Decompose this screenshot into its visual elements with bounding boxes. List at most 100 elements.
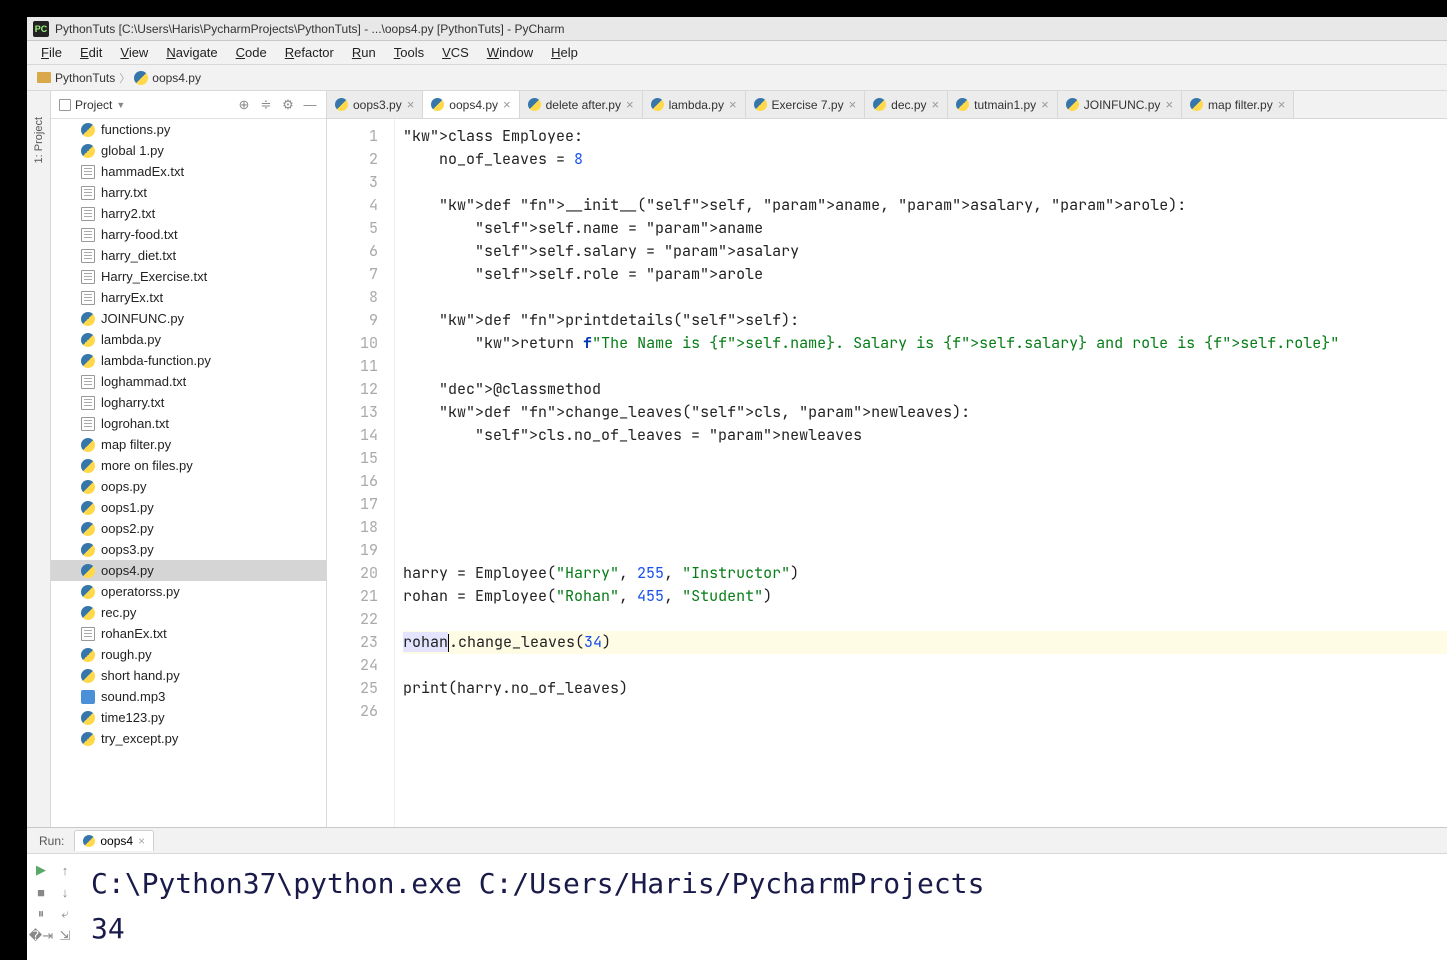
code-line[interactable] bbox=[403, 539, 1447, 562]
file-item[interactable]: harry2.txt bbox=[51, 203, 326, 224]
menu-run[interactable]: Run bbox=[344, 43, 384, 62]
menu-tools[interactable]: Tools bbox=[386, 43, 432, 62]
run-output[interactable]: C:\Python37\python.exe C:/Users/Haris/Py… bbox=[79, 854, 1447, 960]
file-item[interactable]: logharry.txt bbox=[51, 392, 326, 413]
code-line[interactable] bbox=[403, 608, 1447, 631]
rerun-button[interactable]: ▶ bbox=[31, 860, 51, 880]
file-item[interactable]: oops.py bbox=[51, 476, 326, 497]
close-icon[interactable]: × bbox=[138, 834, 145, 848]
code-line[interactable] bbox=[403, 700, 1447, 723]
code-line[interactable] bbox=[403, 516, 1447, 539]
collapse-icon[interactable]: ≑ bbox=[258, 97, 274, 113]
code-line[interactable]: "kw">def "fn">change_leaves("self">cls, … bbox=[403, 401, 1447, 424]
up-button[interactable]: ↑ bbox=[55, 860, 75, 880]
editor-tab[interactable]: delete after.py× bbox=[520, 91, 643, 118]
file-item[interactable]: logrohan.txt bbox=[51, 413, 326, 434]
code-line[interactable] bbox=[403, 493, 1447, 516]
editor-tab[interactable]: JOINFUNC.py× bbox=[1058, 91, 1182, 118]
run-config-tab[interactable]: oops4 × bbox=[74, 830, 154, 851]
code-line[interactable]: print(harry.no_of_leaves) bbox=[403, 677, 1447, 700]
menu-view[interactable]: View bbox=[112, 43, 156, 62]
menu-code[interactable]: Code bbox=[228, 43, 275, 62]
menu-vcs[interactable]: VCS bbox=[434, 43, 477, 62]
code-line[interactable] bbox=[403, 286, 1447, 309]
file-item[interactable]: harry.txt bbox=[51, 182, 326, 203]
close-icon[interactable]: × bbox=[932, 97, 940, 112]
close-icon[interactable]: × bbox=[503, 97, 511, 112]
file-item[interactable]: more on files.py bbox=[51, 455, 326, 476]
code-line[interactable] bbox=[403, 470, 1447, 493]
editor-tab[interactable]: oops4.py× bbox=[423, 91, 519, 119]
file-item[interactable]: short hand.py bbox=[51, 665, 326, 686]
code-line[interactable]: "self">self.name = "param">aname bbox=[403, 217, 1447, 240]
menu-navigate[interactable]: Navigate bbox=[158, 43, 225, 62]
gear-icon[interactable]: ⚙ bbox=[280, 97, 296, 113]
close-icon[interactable]: × bbox=[626, 97, 634, 112]
code-content[interactable]: "kw">class Employee: no_of_leaves = 8 "k… bbox=[395, 119, 1447, 827]
soft-wrap-button[interactable]: ⤶ bbox=[55, 904, 75, 924]
file-item[interactable]: lambda-function.py bbox=[51, 350, 326, 371]
menu-refactor[interactable]: Refactor bbox=[277, 43, 342, 62]
code-editor[interactable]: 1234567891011121314151617181920212223242… bbox=[327, 119, 1447, 827]
file-item[interactable]: rough.py bbox=[51, 644, 326, 665]
code-line[interactable]: rohan = Employee("Rohan", 455, "Student"… bbox=[403, 585, 1447, 608]
close-icon[interactable]: × bbox=[1165, 97, 1173, 112]
menu-edit[interactable]: Edit bbox=[72, 43, 110, 62]
close-icon[interactable]: × bbox=[849, 97, 857, 112]
code-line[interactable]: "self">self.salary = "param">asalary bbox=[403, 240, 1447, 263]
file-item[interactable]: global 1.py bbox=[51, 140, 326, 161]
code-line[interactable]: "kw">def "fn">printdetails("self">self): bbox=[403, 309, 1447, 332]
menu-file[interactable]: File bbox=[33, 43, 70, 62]
code-line[interactable] bbox=[403, 447, 1447, 470]
code-line[interactable]: rohan.change_leaves(34) bbox=[403, 631, 1447, 654]
pause-button[interactable]: ⏸ bbox=[31, 904, 51, 924]
code-line[interactable] bbox=[403, 171, 1447, 194]
sidebar-title[interactable]: Project ▼ bbox=[59, 98, 230, 112]
code-line[interactable]: "kw">return f"The Name is {f">self.name}… bbox=[403, 332, 1447, 355]
breadcrumb-file[interactable]: oops4.py bbox=[134, 71, 201, 85]
editor-tab[interactable]: Exercise 7.py× bbox=[746, 91, 866, 118]
file-item[interactable]: operatorss.py bbox=[51, 581, 326, 602]
editor-tab[interactable]: oops3.py× bbox=[327, 91, 423, 118]
file-item[interactable]: lambda.py bbox=[51, 329, 326, 350]
editor-tab[interactable]: map filter.py× bbox=[1182, 91, 1294, 118]
file-item[interactable]: oops1.py bbox=[51, 497, 326, 518]
editor-tab[interactable]: dec.py× bbox=[865, 91, 948, 118]
code-line[interactable]: "kw">class Employee: bbox=[403, 125, 1447, 148]
code-line[interactable]: "self">self.role = "param">arole bbox=[403, 263, 1447, 286]
file-item[interactable]: Harry_Exercise.txt bbox=[51, 266, 326, 287]
file-item[interactable]: oops3.py bbox=[51, 539, 326, 560]
code-line[interactable] bbox=[403, 654, 1447, 677]
down-button[interactable]: ↓ bbox=[55, 882, 75, 902]
close-icon[interactable]: × bbox=[1278, 97, 1286, 112]
file-item[interactable]: JOINFUNC.py bbox=[51, 308, 326, 329]
menu-help[interactable]: Help bbox=[543, 43, 586, 62]
close-icon[interactable]: × bbox=[729, 97, 737, 112]
file-item[interactable]: functions.py bbox=[51, 119, 326, 140]
code-line[interactable] bbox=[403, 355, 1447, 378]
file-item[interactable]: oops4.py bbox=[51, 560, 326, 581]
file-item[interactable]: harry_diet.txt bbox=[51, 245, 326, 266]
file-item[interactable]: try_except.py bbox=[51, 728, 326, 749]
editor-tab[interactable]: lambda.py× bbox=[643, 91, 746, 118]
file-item[interactable]: harry-food.txt bbox=[51, 224, 326, 245]
code-line[interactable]: "kw">def "fn">__init__("self">self, "par… bbox=[403, 194, 1447, 217]
code-line[interactable]: "dec">@classmethod bbox=[403, 378, 1447, 401]
editor-tab[interactable]: tutmain1.py× bbox=[948, 91, 1058, 118]
scroll-end-button[interactable]: ⇲ bbox=[55, 926, 75, 946]
menu-window[interactable]: Window bbox=[479, 43, 541, 62]
close-icon[interactable]: × bbox=[407, 97, 415, 112]
file-item[interactable]: sound.mp3 bbox=[51, 686, 326, 707]
code-line[interactable]: harry = Employee("Harry", 255, "Instruct… bbox=[403, 562, 1447, 585]
file-item[interactable]: rec.py bbox=[51, 602, 326, 623]
close-icon[interactable]: × bbox=[1041, 97, 1049, 112]
exit-button[interactable]: �⇥ bbox=[31, 926, 51, 946]
project-tool-tab[interactable]: 1: Project bbox=[31, 111, 47, 169]
hide-icon[interactable]: — bbox=[302, 97, 318, 113]
file-item[interactable]: map filter.py bbox=[51, 434, 326, 455]
file-item[interactable]: oops2.py bbox=[51, 518, 326, 539]
file-item[interactable]: time123.py bbox=[51, 707, 326, 728]
locate-icon[interactable]: ⊕ bbox=[236, 97, 252, 113]
code-line[interactable]: "self">cls.no_of_leaves = "param">newlea… bbox=[403, 424, 1447, 447]
file-item[interactable]: hammadEx.txt bbox=[51, 161, 326, 182]
